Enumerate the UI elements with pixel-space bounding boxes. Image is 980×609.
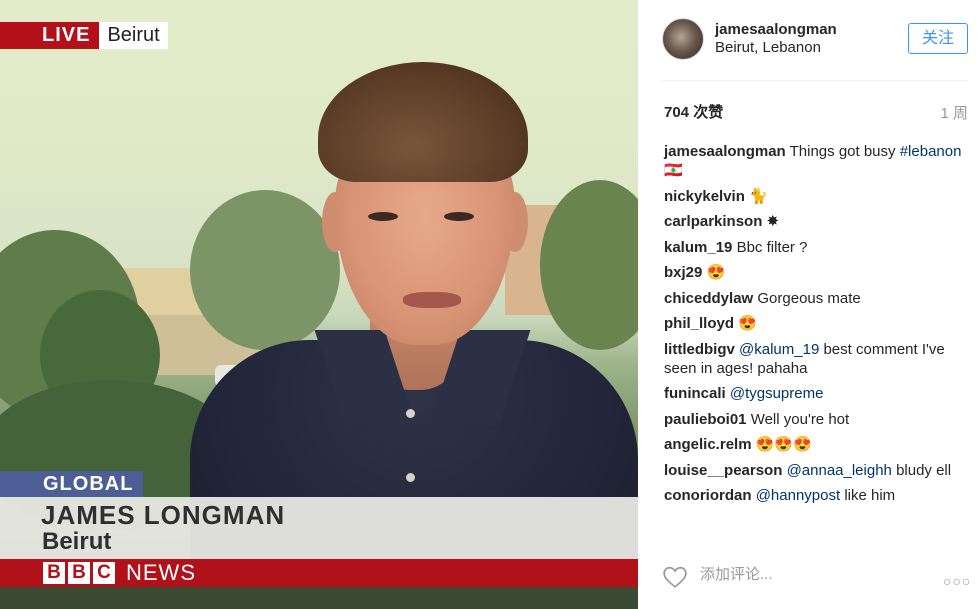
more-options-icon[interactable]: ○○○ xyxy=(943,573,971,589)
comment-item: bxj29 😍 xyxy=(664,263,964,282)
comment-emoji: 🇱🇧 xyxy=(664,162,683,179)
comment-item: angelic.relm 😍😍😍 xyxy=(664,435,964,454)
comment-item: chiceddylaw Gorgeous mate xyxy=(664,289,964,308)
comment-user[interactable]: carlparkinson xyxy=(664,213,762,230)
post-photo: LIVE Beirut GLOBAL JAMES LONGMAN Beirut … xyxy=(0,0,638,609)
comment-mention[interactable]: @tygsupreme xyxy=(730,385,824,402)
comment-fade xyxy=(638,528,980,548)
comment-user[interactable]: jamesaalongman xyxy=(664,143,786,160)
reporter-name: JAMES LONGMAN xyxy=(41,500,286,530)
live-tag: LIVE Beirut xyxy=(0,22,168,49)
reporter-mouth xyxy=(403,292,461,308)
bbc-letter: B xyxy=(68,562,90,584)
comment-user[interactable]: phil_lloyd xyxy=(664,315,734,332)
photo-tree xyxy=(190,190,340,350)
heart-icon[interactable] xyxy=(662,564,688,590)
live-location: Beirut xyxy=(99,22,168,49)
comment-mention[interactable]: @kalum_19 xyxy=(739,341,819,358)
comment-user[interactable]: nickykelvin xyxy=(664,188,745,205)
bbc-letter: C xyxy=(93,562,115,584)
comment-user[interactable]: chiceddylaw xyxy=(664,290,753,307)
header-divider xyxy=(662,80,968,81)
post-sidebar: jamesaalongman Beirut, Lebanon 关注 704 次赞… xyxy=(638,0,980,609)
comment-bar: 添加评论... ○○○ xyxy=(638,548,980,609)
comment-item: jamesaalongman Things got busy #lebanon … xyxy=(664,142,964,180)
comment-item: nickykelvin 🐈 xyxy=(664,187,964,206)
comment-list: jamesaalongman Things got busy #lebanon … xyxy=(664,142,964,512)
comment-item: phil_lloyd 😍 xyxy=(664,314,964,333)
comment-mention[interactable]: @hannypost xyxy=(756,487,840,504)
comment-item: carlparkinson ✸ xyxy=(664,212,964,231)
comment-user[interactable]: bxj29 xyxy=(664,264,702,281)
global-tag: GLOBAL xyxy=(0,471,144,497)
comment-text: Well you're hot xyxy=(750,410,850,428)
avatar[interactable] xyxy=(662,18,704,60)
comment-text: 😍 xyxy=(738,315,757,332)
comment-user[interactable]: kalum_19 xyxy=(664,239,732,256)
comment-text: Gorgeous mate xyxy=(757,289,861,307)
shirt-button xyxy=(406,473,415,482)
news-label: NEWS xyxy=(126,560,196,585)
comment-item: kalum_19 Bbc filter ? xyxy=(664,238,964,257)
photo-bottom-strip xyxy=(0,587,638,609)
comment-hashtag[interactable]: #lebanon xyxy=(900,143,962,160)
comment-user[interactable]: angelic.relm xyxy=(664,436,752,453)
reporter-eye xyxy=(368,212,398,221)
comment-text: ✸ xyxy=(766,213,780,230)
follow-button[interactable]: 关注 xyxy=(908,23,968,54)
reporter-eye xyxy=(444,212,474,221)
comment-user[interactable]: conoriordan xyxy=(664,487,752,504)
comment-user[interactable]: funincali xyxy=(664,385,726,402)
reporter-location: Beirut xyxy=(42,528,112,555)
comment-text: 🐈 xyxy=(749,187,768,205)
shirt-button xyxy=(406,409,415,418)
post-username[interactable]: jamesaalongman xyxy=(715,21,837,38)
comment-item: littledbigv @kalum_19 best comment I've … xyxy=(664,340,964,378)
post-header: jamesaalongman Beirut, Lebanon 关注 xyxy=(638,0,980,80)
live-label: LIVE xyxy=(0,22,100,49)
comment-item: funincali @tygsupreme xyxy=(664,384,964,403)
comment-text: 😍😍😍 xyxy=(755,436,812,453)
post-location[interactable]: Beirut, Lebanon xyxy=(715,39,821,56)
comment-item: louise__pearson @annaa_leighh bludy ell xyxy=(664,461,964,480)
post-age[interactable]: 1 周 xyxy=(940,102,968,123)
bbc-letter: B xyxy=(43,562,65,584)
comment-text: Things got busy xyxy=(789,143,896,160)
comment-text: bludy ell xyxy=(896,461,952,479)
comment-user[interactable]: littledbigv xyxy=(664,341,735,358)
comment-item: conoriordan @hannypost like him xyxy=(664,486,964,505)
comment-item: paulieboi01 Well you're hot xyxy=(664,410,964,429)
comment-text: 😍 xyxy=(706,264,726,281)
comment-user[interactable]: paulieboi01 xyxy=(664,411,747,428)
likes-count[interactable]: 704 次赞 xyxy=(664,101,723,122)
comment-mention[interactable]: @annaa_leighh xyxy=(787,462,892,479)
comment-input[interactable]: 添加评论... xyxy=(700,563,773,584)
comment-text: Bbc filter ? xyxy=(736,238,808,256)
bbc-logo: B B C xyxy=(43,562,115,584)
comment-text: like him xyxy=(844,487,896,504)
comment-user[interactable]: louise__pearson xyxy=(664,462,782,479)
